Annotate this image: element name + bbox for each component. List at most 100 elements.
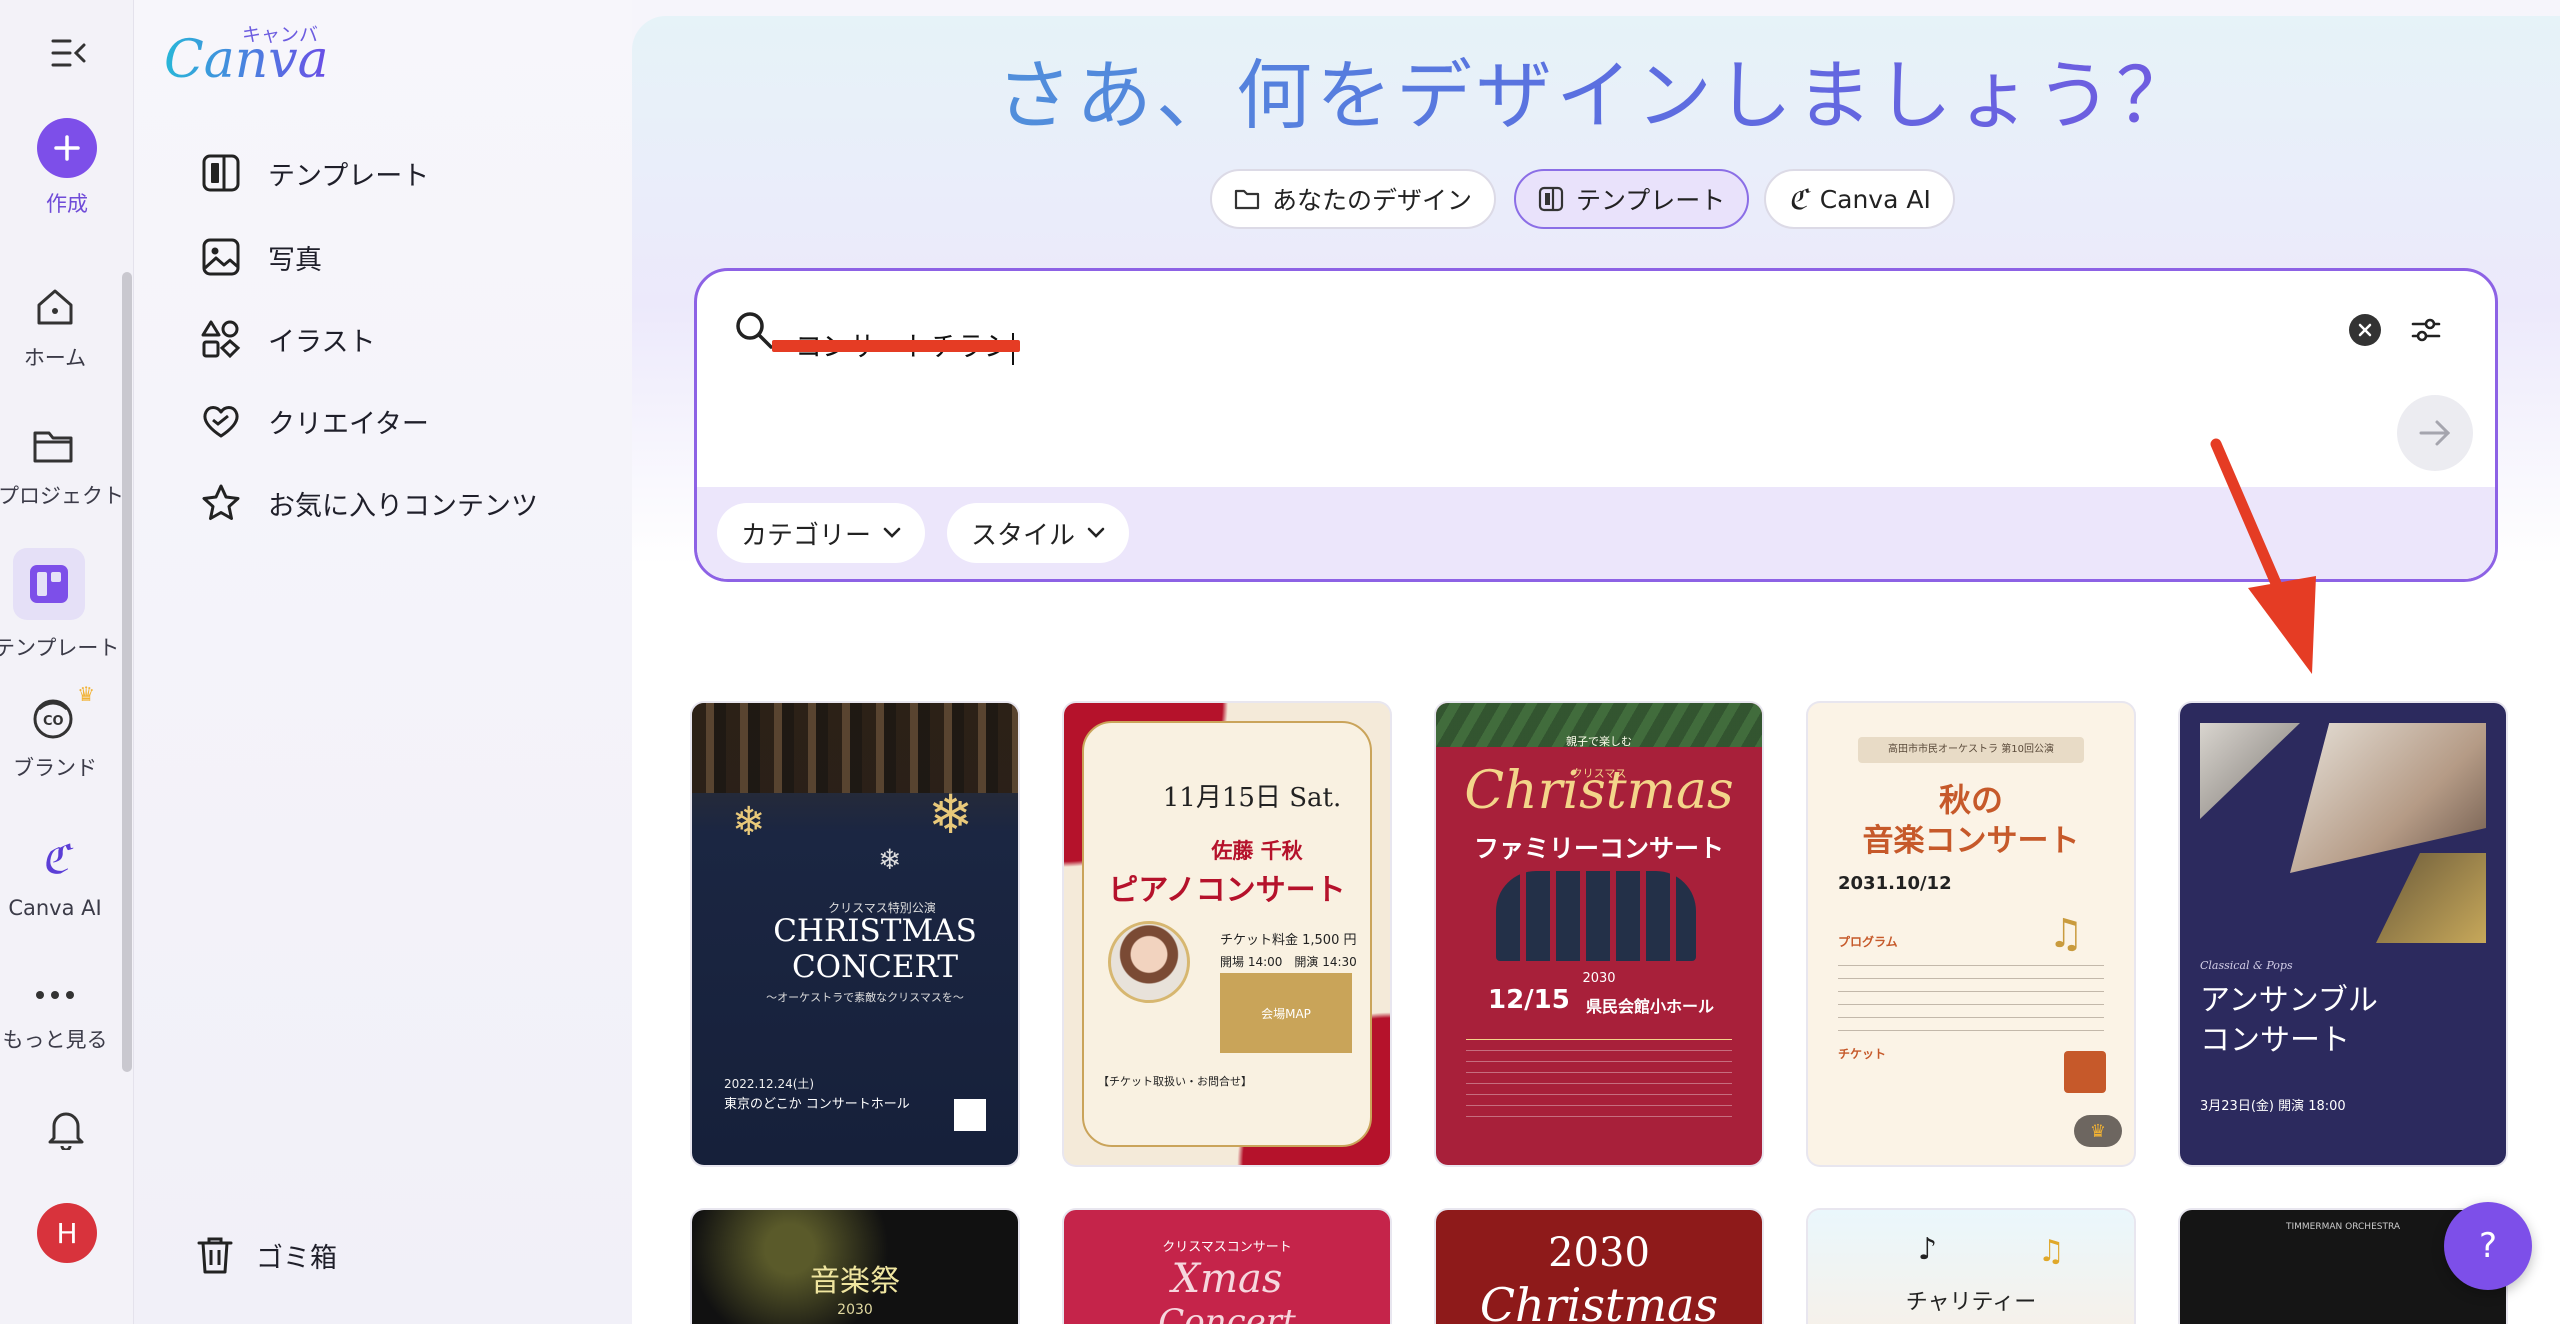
menu-collapse-icon[interactable] — [50, 36, 88, 74]
performer-photo — [1108, 921, 1190, 1003]
card-date: 11月15日 Sat. — [1162, 783, 1342, 813]
rail-item-projects[interactable]: プロジェクト — [0, 420, 124, 510]
card-subtitle: クリスマスコンサート — [1162, 1240, 1292, 1255]
card-section: チケット — [1838, 1047, 1887, 1061]
bell-icon[interactable] — [46, 1106, 86, 1154]
filter-sliders-icon[interactable] — [2409, 313, 2443, 351]
template-icon — [202, 154, 240, 192]
template-card-christmas-concert[interactable]: ❄ ❄ ❄ クリスマス特別公演 CHRISTMAS CONCERT 〜オーケスト… — [692, 703, 1018, 1165]
rail-item-label: ブランド — [13, 756, 97, 780]
template-card-charity[interactable]: ♪ ♫ チャリティー — [1808, 1210, 2134, 1324]
card-title: 音楽祭 — [810, 1264, 900, 1299]
sidebar-item-label: テンプレート — [268, 160, 430, 192]
folder-icon — [1234, 189, 1260, 210]
left-rail: 作成 ホーム プロジェクト テンプレート CO ♛ ブランド ℭ Canva A… — [0, 0, 134, 1324]
template-card-christmas-family[interactable]: 親子で楽しむ クリスマス Christmas ファミリーコンサート 2030 1… — [1436, 703, 1762, 1165]
logo-kana: キャンバ — [242, 24, 319, 46]
sidebar-item-label: クリエイター — [268, 408, 429, 440]
chevron-down-icon — [1087, 527, 1105, 538]
rail-item-label: テンプレート — [0, 636, 120, 660]
photo-icon — [202, 238, 240, 276]
sidebar-item-label: ゴミ箱 — [256, 1242, 337, 1274]
card-title: コンサート — [2200, 1023, 2350, 1058]
more-dots-icon — [25, 980, 85, 1010]
card-caption: 〜オーケストラで素敵なクリスマスを〜 — [766, 991, 964, 1004]
search-icon — [736, 312, 773, 349]
clear-search-icon[interactable] — [2349, 314, 2381, 346]
svg-text:CO: CO — [43, 714, 64, 729]
rail-item-label: プロジェクト — [0, 484, 124, 508]
card-title: Xmas — [1171, 1256, 1283, 1302]
style-filter-dropdown[interactable]: スタイル — [947, 503, 1130, 563]
crown-icon: ♛ — [77, 682, 95, 706]
flute-photo — [2290, 723, 2486, 873]
star-icon — [202, 484, 240, 520]
rail-item-label: ホーム — [23, 346, 87, 370]
sidebar-item-illustrations[interactable]: イラスト — [200, 318, 375, 360]
plus-icon — [37, 118, 97, 178]
shapes-icon — [201, 320, 241, 359]
category-filter-dropdown[interactable]: カテゴリー — [717, 503, 926, 563]
card-date: 3月23日(金) 開演 18:00 — [2200, 1099, 2346, 1114]
tab-templates[interactable]: テンプレート — [1514, 169, 1750, 229]
tab-label: あなたのデザイン — [1272, 186, 1473, 215]
card-title: ファミリーコンサート — [1473, 834, 1724, 863]
folder-icon — [23, 420, 83, 470]
avatar[interactable]: H — [37, 1203, 97, 1263]
create-button[interactable]: 作成 — [12, 118, 122, 218]
qr-code — [954, 1099, 986, 1131]
sidebar-item-creators[interactable]: クリエイター — [200, 400, 429, 442]
rail-item-templates[interactable]: テンプレート — [0, 548, 120, 662]
card-venue: 東京のどこか コンサートホール — [724, 1097, 910, 1112]
template-card-ensemble-concert[interactable]: Classical & Pops アンサンブル コンサート 3月23日(金) 開… — [2180, 703, 2506, 1165]
template-card-xmas-concert[interactable]: クリスマスコンサート Xmas Concert — [1064, 1210, 1390, 1324]
submit-search-button[interactable] — [2397, 395, 2473, 471]
sidebar-item-trash[interactable]: ゴミ箱 — [194, 1234, 337, 1276]
rail-item-home[interactable]: ホーム — [0, 282, 110, 372]
sidebar-item-photos[interactable]: 写真 — [200, 236, 322, 278]
program-lines — [1838, 953, 2104, 1033]
template-icon — [1538, 186, 1564, 212]
tab-canva-ai[interactable]: ℭ Canva AI — [1764, 169, 1955, 229]
sidebar-item-templates[interactable]: テンプレート — [200, 152, 429, 194]
template-card-piano-concert[interactable]: 11月15日 Sat. 佐藤 千秋 ピアノコンサート チケット料金 1,500 … — [1064, 703, 1390, 1165]
rail-item-brand[interactable]: CO ♛ ブランド — [0, 682, 110, 782]
template-card-autumn-concert[interactable]: 高田市市民オーケストラ 第10回公演 秋の 音楽コンサート 2031.10/12… — [1808, 703, 2134, 1165]
rail-item-canva-ai[interactable]: ℭ Canva AI — [0, 834, 110, 920]
rail-item-label: もっと見る — [2, 1028, 108, 1052]
template-card-music-festival[interactable]: 音楽祭 2030 — [692, 1210, 1018, 1324]
annotation-arrow — [2210, 438, 2316, 674]
card-title: Christmas — [1479, 1278, 1719, 1324]
template-card-christmas-2030[interactable]: 2030 Christmas — [1436, 1210, 1762, 1324]
card-section: プログラム — [1838, 935, 1898, 949]
rail-item-label: Canva AI — [8, 896, 102, 920]
snowflake-icon: ❄ — [928, 783, 974, 846]
sidebar-item-favorites[interactable]: お気に入りコンテンツ — [200, 482, 538, 524]
tab-label: テンプレート — [1576, 186, 1726, 215]
trash-icon — [197, 1237, 233, 1274]
canva-logo[interactable]: キャンバ Canva — [164, 20, 329, 90]
card-date: 2022.12.24(土) — [724, 1077, 815, 1091]
card-year: 2030 — [1582, 971, 1616, 986]
card-performer: 佐藤 千秋 — [1211, 839, 1303, 863]
orchestra-photo — [692, 703, 1018, 793]
sidebar-item-label: イラスト — [268, 326, 376, 358]
card-year: 2030 — [837, 1302, 873, 1318]
card-contact: 【チケット取扱い・お問合せ】 — [1098, 1075, 1252, 1088]
card-price: チケット料金 1,500 円 — [1220, 933, 1357, 948]
help-button[interactable]: ? — [2444, 1202, 2532, 1290]
card-title: Concert — [1158, 1302, 1296, 1324]
horn-icon: ♫ — [2048, 911, 2084, 957]
trumpet-icon: ♫ — [2038, 1234, 2065, 1269]
template-icon — [13, 548, 85, 620]
chevron-down-icon — [883, 527, 901, 538]
tab-label: Canva AI — [1819, 184, 1931, 214]
rail-item-more[interactable]: もっと見る — [0, 980, 110, 1054]
home-icon — [25, 282, 85, 332]
filter-label: カテゴリー — [741, 520, 872, 551]
snowflake-icon: ❄ — [732, 799, 766, 845]
card-title: 音楽コンサート — [1862, 823, 2080, 859]
canva-ai-icon: ℭ — [1788, 182, 1808, 216]
tab-your-designs[interactable]: あなたのデザイン — [1210, 169, 1497, 229]
rail-scrollbar[interactable] — [122, 272, 132, 1072]
